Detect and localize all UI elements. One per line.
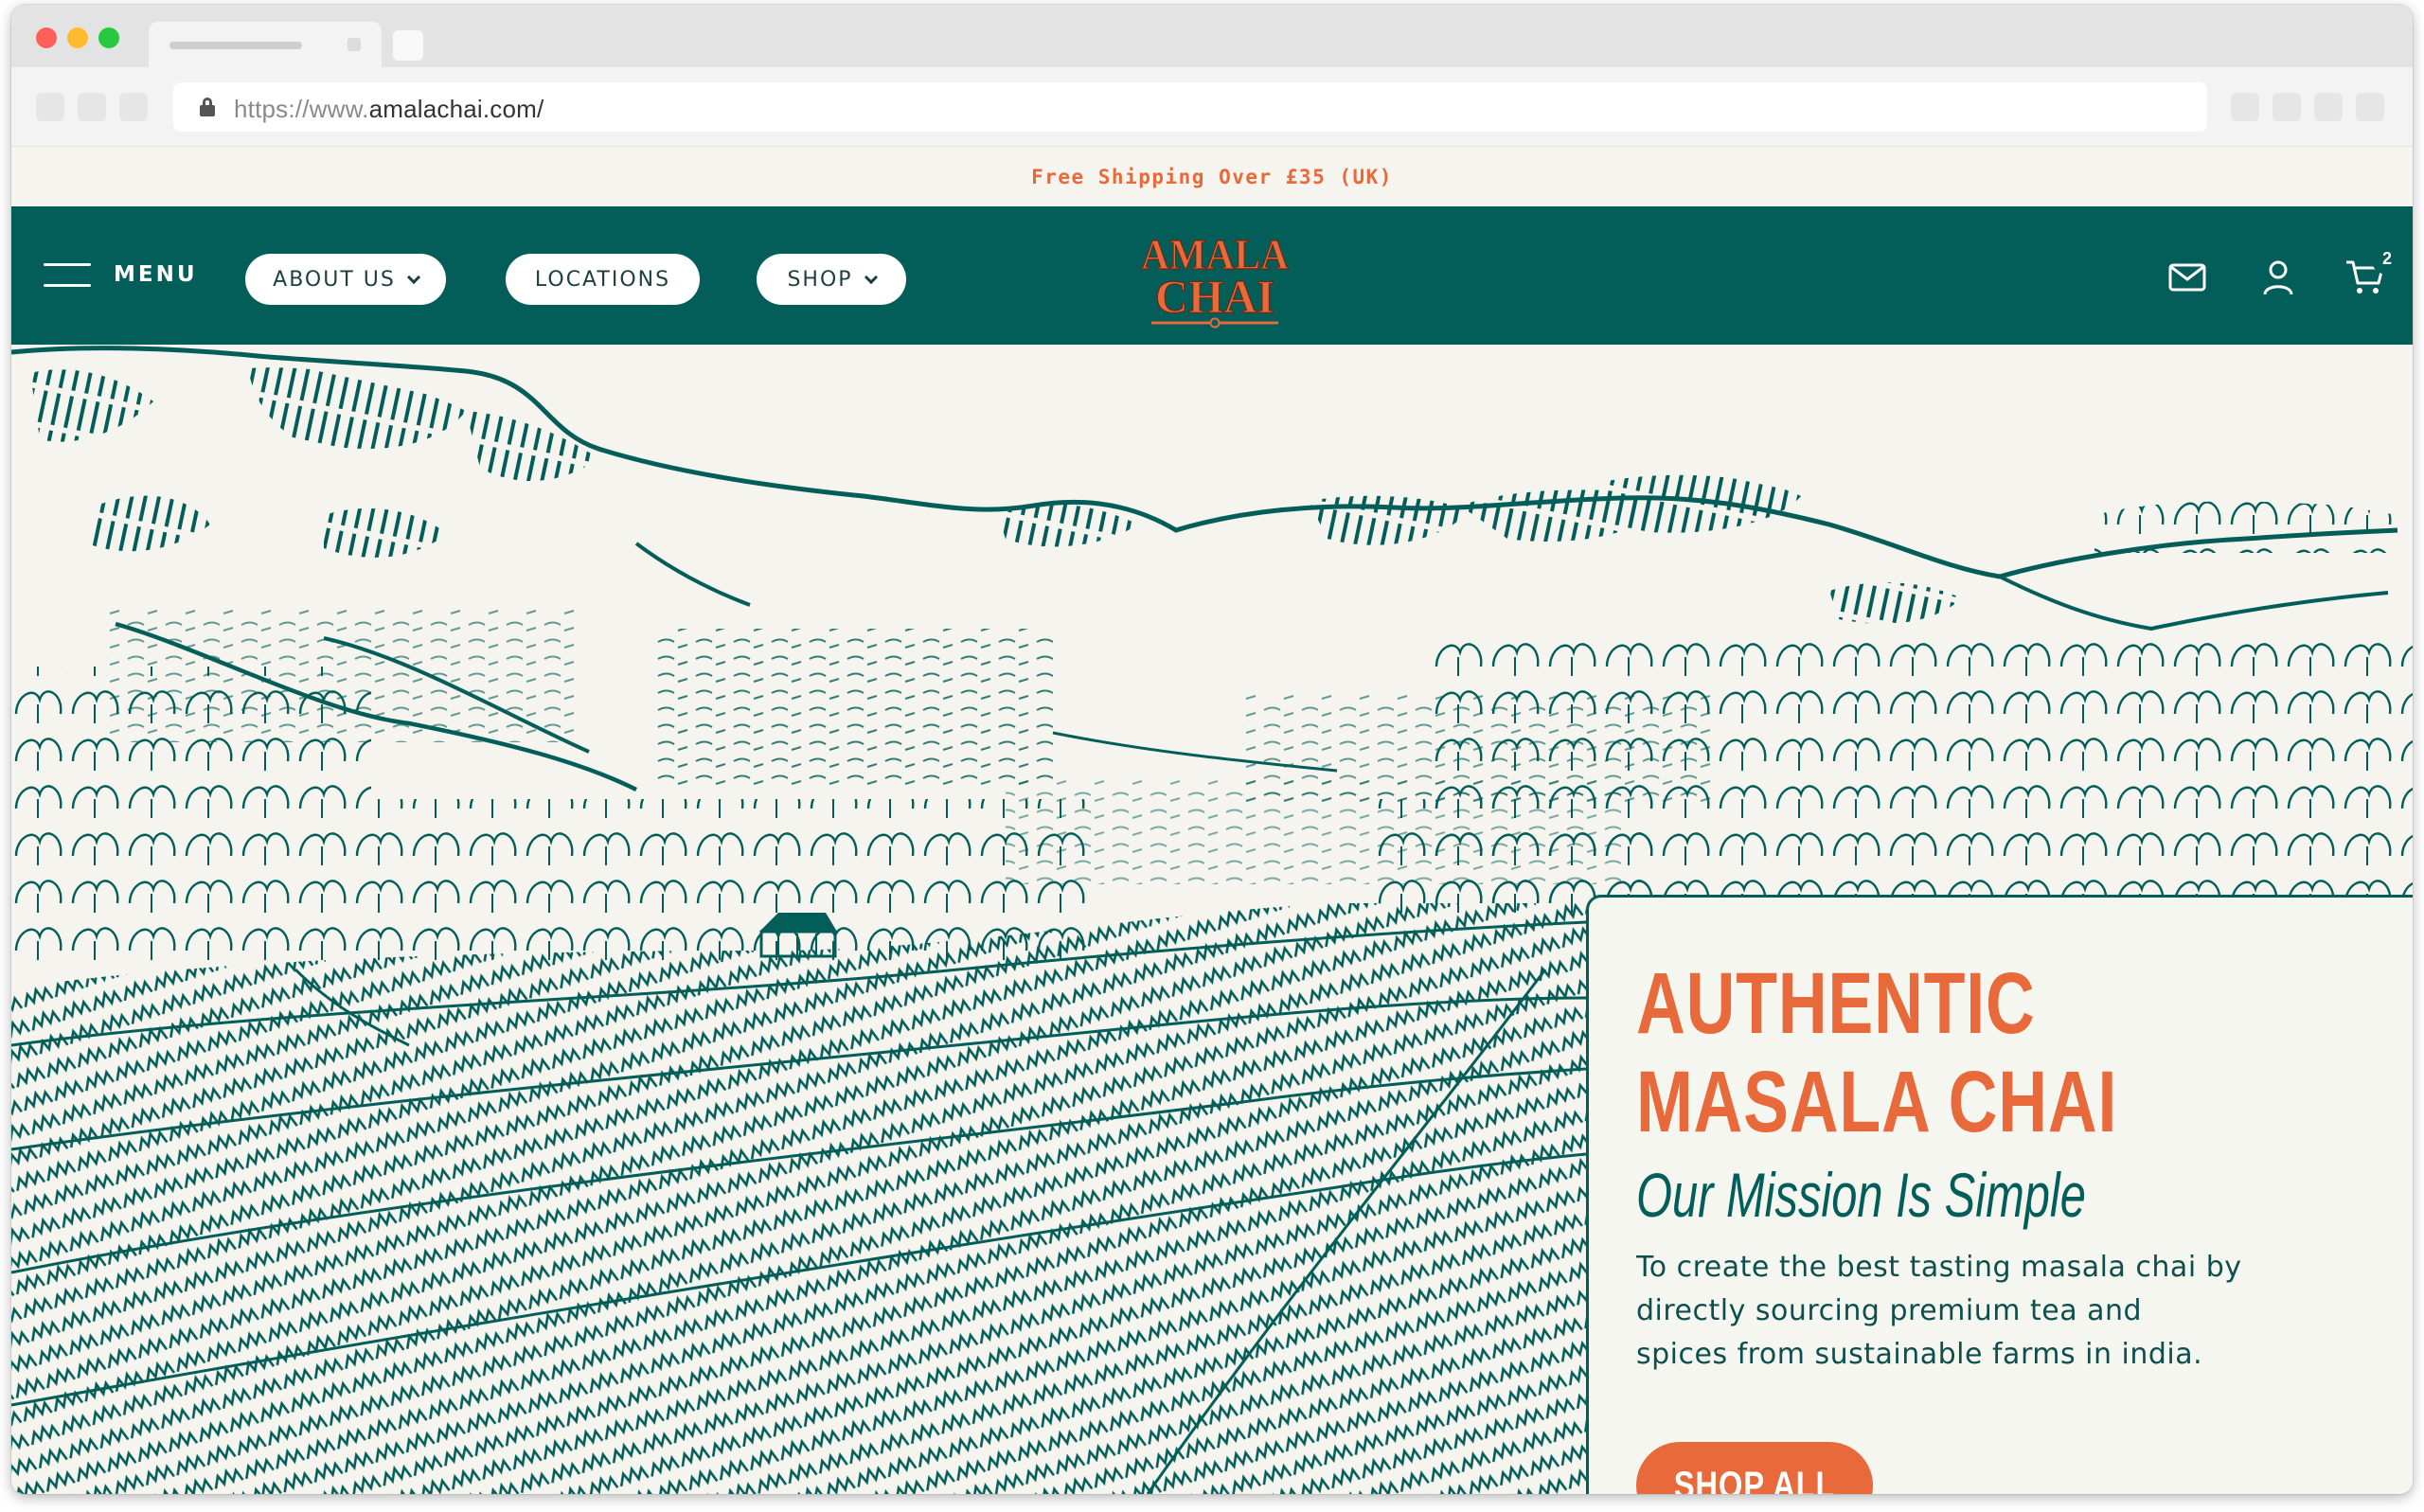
extension-button[interactable]: [2231, 93, 2259, 121]
close-window-button[interactable]: [36, 27, 57, 48]
browser-window: https://www.amalachai.com/ Free Shipping…: [11, 5, 2413, 1494]
hero-section: AUTHENTIC MASALA CHAI Our Mission Is Sim…: [11, 345, 2413, 1494]
user-icon[interactable]: [2256, 256, 2300, 299]
nav-shop-label: SHOP: [787, 267, 853, 292]
hero-title-line-2: MASALA CHAI: [1636, 1054, 2118, 1150]
menu-toggle-button[interactable]: MENU: [44, 256, 198, 294]
lock-icon: [200, 98, 215, 116]
browser-tab-strip: [11, 5, 2413, 67]
nav-shop-button[interactable]: SHOP: [757, 254, 906, 305]
mail-icon[interactable]: [2166, 256, 2209, 299]
nav-locations-label: LOCATIONS: [534, 267, 671, 292]
chevron-down-icon: [406, 270, 420, 284]
chevron-down-icon: [864, 270, 878, 284]
hero-body-text: To create the best tasting masala chai b…: [1636, 1251, 2242, 1371]
browser-toolbar: https://www.amalachai.com/: [11, 67, 2413, 147]
tab-title-placeholder: [169, 42, 302, 49]
nav-about-us-button[interactable]: ABOUT US: [245, 254, 446, 305]
site-header: MENU ABOUT US LOCATIONS SHOP AMALA CHAI: [11, 206, 2413, 345]
announcement-bar: Free Shipping Over £35 (UK): [1031, 165, 1393, 188]
hamburger-icon: [44, 260, 91, 289]
amala-chai-logo[interactable]: AMALA CHAI: [1134, 227, 1295, 331]
reload-button[interactable]: [119, 93, 148, 121]
address-bar[interactable]: https://www.amalachai.com/: [173, 82, 2207, 132]
tab-close-icon[interactable]: [348, 38, 361, 51]
forward-button[interactable]: [78, 93, 106, 121]
hero-subtitle: Our Mission Is Simple: [1636, 1160, 2086, 1230]
browser-tab[interactable]: [149, 22, 382, 67]
page: Free Shipping Over £35 (UK) MENU ABOUT U…: [11, 147, 2413, 1494]
maximize-window-button[interactable]: [98, 27, 119, 48]
back-button[interactable]: [36, 93, 64, 121]
url-text[interactable]: https://www.amalachai.com/: [234, 95, 544, 124]
hero-title: AUTHENTIC MASALA CHAI: [1636, 954, 2242, 1151]
shop-all-button[interactable]: SHOP ALL: [1636, 1442, 1873, 1494]
extension-button[interactable]: [2356, 93, 2384, 121]
nav-about-us-label: ABOUT US: [273, 267, 396, 292]
new-tab-button[interactable]: [393, 30, 423, 61]
hero-title-line-1: AUTHENTIC: [1636, 955, 2036, 1052]
extension-button[interactable]: [2272, 93, 2301, 121]
cart-icon[interactable]: 2: [2343, 242, 2403, 299]
extension-button[interactable]: [2314, 93, 2343, 121]
menu-label: MENU: [114, 262, 198, 287]
cart-count-badge: 2: [2371, 242, 2403, 275]
minimize-window-button[interactable]: [67, 27, 88, 48]
hero-card: AUTHENTIC MASALA CHAI Our Mission Is Sim…: [1586, 895, 2413, 1494]
nav-locations-button[interactable]: LOCATIONS: [506, 254, 700, 305]
shop-all-label: SHOP ALL: [1673, 1464, 1836, 1495]
logo-line-2: CHAI: [1155, 270, 1274, 323]
